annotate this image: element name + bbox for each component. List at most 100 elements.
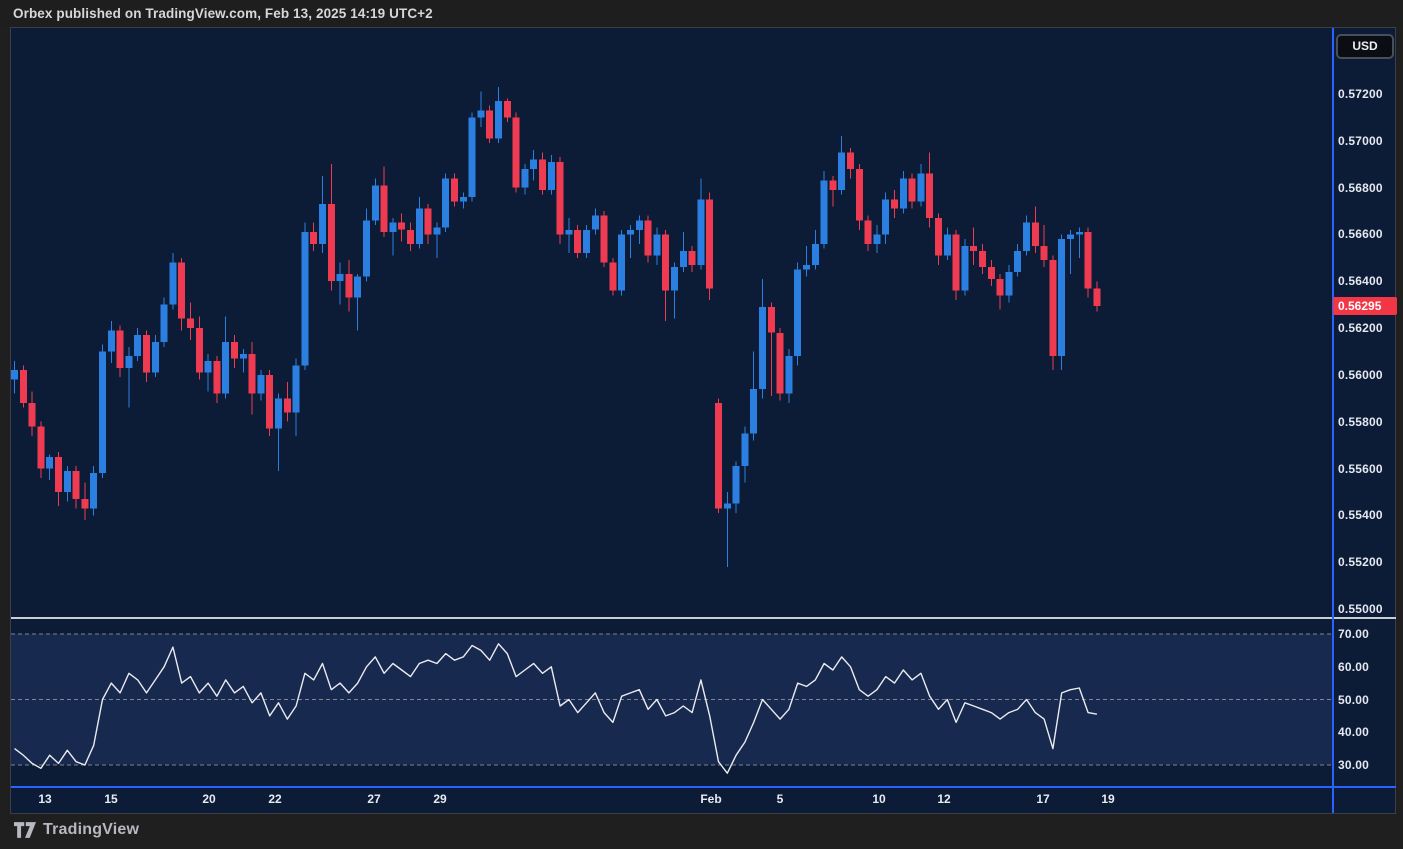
candle[interactable] [953, 230, 960, 300]
candle[interactable] [1023, 216, 1030, 256]
candle[interactable] [1085, 227, 1092, 297]
candle[interactable] [856, 164, 863, 230]
candlestick-chart[interactable] [11, 28, 1332, 618]
candle[interactable] [829, 176, 836, 207]
candle[interactable] [997, 274, 1004, 309]
candle[interactable] [20, 366, 27, 408]
candle[interactable] [521, 164, 528, 195]
candle[interactable] [777, 328, 784, 401]
candle[interactable] [504, 99, 511, 122]
candle[interactable] [372, 178, 379, 225]
candle[interactable] [1049, 256, 1056, 371]
candle[interactable] [715, 398, 722, 513]
candle[interactable] [240, 349, 247, 372]
candle[interactable] [680, 232, 687, 272]
candle[interactable] [662, 230, 669, 321]
candle[interactable] [169, 253, 176, 309]
candle[interactable] [495, 87, 502, 143]
candle[interactable] [363, 209, 370, 282]
candle[interactable] [301, 223, 308, 371]
candle[interactable] [143, 330, 150, 382]
candle[interactable] [178, 258, 185, 331]
candle[interactable] [979, 244, 986, 274]
candle[interactable] [81, 483, 88, 520]
candle[interactable] [1093, 281, 1100, 311]
candle[interactable] [477, 92, 484, 127]
candle[interactable] [653, 227, 660, 265]
candle[interactable] [838, 136, 845, 195]
candle[interactable] [46, 455, 53, 481]
candle[interactable] [257, 370, 264, 401]
candle[interactable] [935, 213, 942, 265]
candle[interactable] [759, 279, 766, 398]
candle[interactable] [1005, 265, 1012, 302]
candle[interactable] [460, 192, 467, 208]
candle[interactable] [847, 148, 854, 179]
candle[interactable] [398, 213, 405, 241]
candle[interactable] [90, 466, 97, 515]
candle[interactable] [970, 227, 977, 265]
candle[interactable] [1014, 244, 1021, 277]
candle[interactable] [917, 164, 924, 206]
candle[interactable] [222, 316, 229, 398]
candle[interactable] [205, 354, 212, 392]
candle[interactable] [1067, 230, 1074, 274]
candle[interactable] [108, 321, 115, 363]
candle[interactable] [1058, 235, 1065, 371]
candle[interactable] [284, 382, 291, 422]
candle[interactable] [125, 347, 132, 408]
candle[interactable] [213, 356, 220, 403]
candle[interactable] [609, 258, 616, 295]
candle[interactable] [310, 223, 317, 251]
candle[interactable] [601, 211, 608, 267]
candle[interactable] [99, 345, 106, 478]
candle[interactable] [882, 192, 889, 244]
candle[interactable] [486, 106, 493, 144]
candle[interactable] [513, 113, 520, 193]
candle[interactable] [407, 223, 414, 251]
candle[interactable] [29, 391, 36, 436]
candle[interactable] [389, 218, 396, 255]
candle[interactable] [689, 246, 696, 272]
candle[interactable] [442, 174, 449, 233]
candle[interactable] [354, 274, 361, 330]
candle[interactable] [865, 216, 872, 251]
candle[interactable] [64, 466, 71, 501]
candle[interactable] [821, 171, 828, 248]
candle[interactable] [293, 359, 300, 436]
candle[interactable] [425, 204, 432, 244]
candle[interactable] [909, 174, 916, 209]
time-axis[interactable]: 131520222729Feb510121719 [11, 788, 1396, 813]
candle[interactable] [548, 155, 555, 195]
candle[interactable] [117, 326, 124, 378]
candle[interactable] [741, 426, 748, 482]
candle[interactable] [900, 171, 907, 213]
currency-button[interactable]: USD [1336, 34, 1394, 59]
candle[interactable] [574, 225, 581, 258]
candle[interactable] [433, 223, 440, 258]
candle[interactable] [196, 316, 203, 379]
candle[interactable] [37, 422, 44, 478]
candle[interactable] [671, 263, 678, 319]
price-axis[interactable]: 0.572000.570000.568000.566000.564000.562… [1334, 28, 1396, 813]
candle[interactable] [451, 174, 458, 207]
candle[interactable] [1041, 225, 1048, 267]
candle[interactable] [873, 225, 880, 253]
candle[interactable] [249, 342, 256, 415]
candle[interactable] [161, 298, 168, 347]
candle[interactable] [530, 150, 537, 180]
candle[interactable] [152, 335, 159, 377]
candlestick-pane[interactable] [11, 28, 1332, 618]
candle[interactable] [469, 113, 476, 202]
candle[interactable] [926, 153, 933, 228]
candle[interactable] [645, 216, 652, 263]
candle[interactable] [319, 176, 326, 253]
candle[interactable] [988, 260, 995, 286]
candle[interactable] [231, 335, 238, 368]
candle[interactable] [794, 263, 801, 366]
candle[interactable] [733, 462, 740, 514]
candle[interactable] [961, 239, 968, 295]
rsi-pane[interactable] [11, 619, 1332, 786]
candle[interactable] [724, 492, 731, 567]
candle[interactable] [627, 225, 634, 258]
